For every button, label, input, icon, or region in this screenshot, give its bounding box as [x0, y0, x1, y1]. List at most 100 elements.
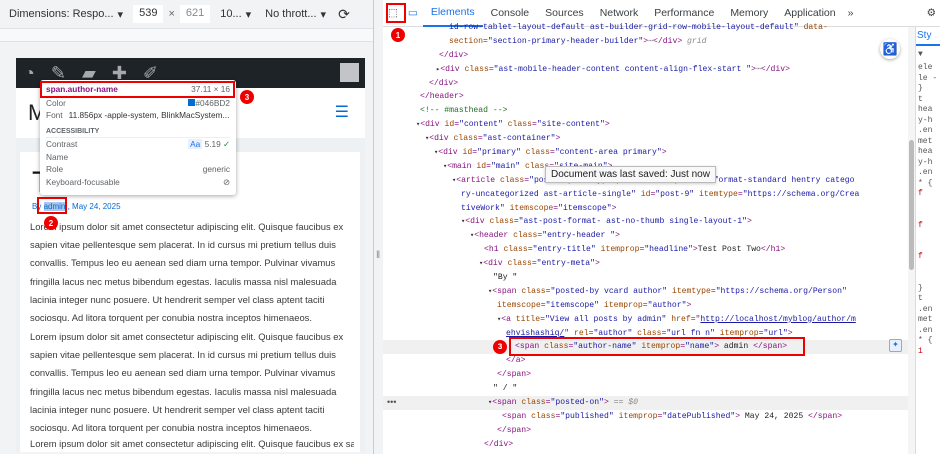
hamburger-menu-icon[interactable]: ☰	[335, 102, 349, 122]
style-fragment	[918, 273, 940, 284]
width-input[interactable]: 539	[133, 5, 164, 23]
date-link[interactable]: May 24, 2025	[72, 202, 120, 211]
settings-gear-icon[interactable]: ⚙	[923, 0, 940, 27]
code-token: section	[449, 36, 483, 46]
dom-node-line[interactable]: ▾<div class="ast-post-format- ast-no-thu…	[383, 215, 908, 229]
dom-node-line[interactable]: " / "	[383, 382, 908, 396]
rotate-icon[interactable]: ⟳	[338, 6, 350, 23]
dom-node-line[interactable]: ▾<div id="primary" class="content-area p…	[383, 146, 908, 160]
code-token: id	[444, 120, 455, 130]
code-token: >	[787, 328, 793, 338]
dom-node-line[interactable]: </div>	[383, 77, 908, 91]
code-token: "entry-title"	[532, 245, 596, 255]
dom-node-line[interactable]: section="section-primary-header-builder"…	[383, 35, 908, 49]
dom-node-line[interactable]: tiveWork" itemscope="itemscope">	[383, 202, 908, 216]
code-token: "ast-container"	[482, 134, 556, 144]
code-token: itemtype	[667, 286, 711, 296]
dom-tree[interactable]: id-row-tablet-layout-default ast-builder…	[383, 21, 908, 454]
dom-node-line[interactable]: ▾<div class="ast-container">	[383, 132, 908, 146]
dom-node-line[interactable]: ▾<a title="View all posts by admin" href…	[383, 313, 908, 327]
dom-node-line[interactable]: "By "	[383, 271, 908, 285]
style-fragment: hea	[918, 105, 933, 114]
dom-node-line[interactable]: id-row-tablet-layout-default ast-builder…	[383, 21, 908, 35]
dom-node-line[interactable]: </div>	[383, 438, 908, 452]
dom-node-line[interactable]: </span>	[383, 424, 908, 438]
code-token: >	[746, 217, 752, 227]
avatar[interactable]	[340, 63, 359, 82]
code-token: "url"	[763, 328, 788, 338]
style-fragment: .en	[918, 325, 933, 335]
ai-assist-icon[interactable]: ✦	[889, 339, 902, 352]
color-label: Color	[46, 97, 66, 108]
tab-styles[interactable]: Sty	[916, 27, 940, 46]
code-token: data-	[798, 23, 828, 32]
style-fragment	[918, 263, 940, 274]
devtools-panel: ⬚ ▭ Elements Console Sources Network Per…	[383, 0, 940, 454]
dom-node-line[interactable]: <h1 class="entry-title" itemprop="headli…	[383, 243, 908, 257]
code-token: class	[521, 398, 546, 408]
zoom-dropdown[interactable]: 10... ▾	[220, 8, 251, 21]
dom-node-line[interactable]: </span>	[383, 368, 908, 382]
style-fragment: t	[918, 294, 923, 303]
dom-node-line[interactable]: ▾<span class="posted-by vcard author" it…	[383, 285, 908, 299]
code-token: May 24, 2025	[740, 411, 809, 421]
code-token: "url fn n"	[666, 328, 715, 338]
code-token: id	[635, 189, 651, 199]
code-token: itemscope	[504, 203, 554, 213]
dom-node-line[interactable]: <span class="author-name" itemprop="name…	[383, 337, 908, 357]
height-input[interactable]: 621	[179, 5, 211, 23]
code-token: ry-uncategorized ast-article-single"	[461, 189, 636, 199]
chevron-down-icon: ▾	[320, 8, 327, 21]
code-token: <div	[440, 64, 465, 74]
step-badge: 2	[44, 216, 58, 230]
code-token: ehvishashiq/	[506, 328, 565, 338]
style-fragment: f	[918, 189, 923, 198]
throttle-label: No thrott...	[265, 8, 317, 20]
code-token: class	[489, 217, 514, 227]
dom-node-line[interactable]: ▸<div class="ast-mobile-header-content c…	[383, 63, 908, 77]
dashboard-icon[interactable]: ◔	[24, 63, 35, 84]
code-token: "itemscope"	[558, 203, 612, 213]
dimensions-dropdown[interactable]: Dimensions: Respo... ▾	[9, 8, 123, 21]
code-token: <div	[429, 134, 454, 144]
code-token: title	[515, 314, 541, 324]
dom-node-line[interactable]: <!-- #masthead -->	[383, 104, 908, 118]
dom-node-line[interactable]: ry-uncategorized ast-article-single" id=…	[383, 188, 908, 202]
pane-splitter[interactable]: ‖	[373, 0, 383, 454]
throttle-dropdown[interactable]: No thrott... ▾	[265, 8, 326, 21]
ellipsis-icon[interactable]: •••	[387, 397, 396, 407]
accessibility-icon[interactable]: ♿	[880, 39, 900, 59]
name-label: Name	[46, 151, 69, 162]
code-token: <a	[501, 314, 516, 324]
code-token: id	[462, 148, 473, 158]
highlight-author-name	[37, 197, 67, 214]
times-sign: ×	[168, 8, 175, 20]
style-fragment	[918, 242, 940, 253]
filter-icon[interactable]: ▼	[916, 46, 940, 63]
saved-tooltip: Document was last saved: Just now	[545, 166, 716, 183]
dom-node-line[interactable]: </div>	[383, 49, 908, 63]
scrollbar-thumb[interactable]	[909, 140, 914, 270]
code-token: >	[555, 134, 561, 144]
style-fragment: y-h	[918, 115, 933, 125]
dom-node-line[interactable]: </a>	[383, 354, 908, 368]
dom-node-line[interactable]: </header>	[383, 90, 908, 104]
code-token: class	[632, 328, 662, 338]
style-fragment: f	[918, 220, 923, 230]
code-token: "By "	[493, 273, 518, 283]
code-token: Test Post Two	[697, 245, 761, 255]
dom-node-line[interactable]: itemscope="itemscope" itemprop="author">	[383, 299, 908, 313]
font-label: Font	[46, 110, 63, 121]
dom-node-line[interactable]: ▾<span class="posted-on"> == $0	[383, 396, 908, 410]
dom-node-line[interactable]: ▾<header class="entry-header ">	[383, 229, 908, 243]
dom-node-line[interactable]: <span class="published" itemprop="datePu…	[383, 410, 908, 424]
dom-node-line[interactable]: ▾<div id="content" class="site-content">	[383, 118, 908, 132]
dom-node-line[interactable]: ▾<div class="entry-meta">	[383, 257, 908, 271]
media-query-ruler[interactable]	[0, 28, 373, 42]
code-token: href	[666, 314, 691, 324]
code-token: "primary"	[477, 148, 521, 158]
splitter-grip-icon[interactable]: ‖	[376, 250, 380, 261]
code-token: class	[513, 231, 538, 241]
check-circle-icon: ✓	[223, 139, 230, 150]
code-token: "entry-header "	[542, 231, 616, 241]
